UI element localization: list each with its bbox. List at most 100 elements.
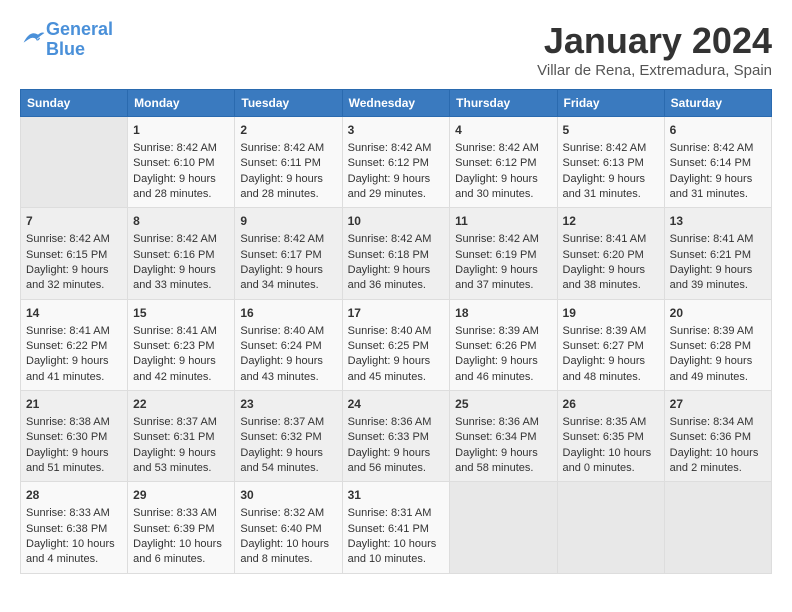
day-info: Sunrise: 8:40 AM [240,324,336,339]
day-info: Sunset: 6:25 PM [348,339,445,354]
day-info: Sunset: 6:39 PM [133,522,229,537]
calendar-cell: 16Sunrise: 8:40 AMSunset: 6:24 PMDayligh… [235,299,342,390]
weekday-header: Sunday [21,90,128,117]
calendar-cell: 10Sunrise: 8:42 AMSunset: 6:18 PMDayligh… [342,208,450,299]
day-info: Sunrise: 8:41 AM [563,232,659,247]
day-info: Sunset: 6:17 PM [240,248,336,263]
calendar-cell: 30Sunrise: 8:32 AMSunset: 6:40 PMDayligh… [235,482,342,573]
calendar-cell: 22Sunrise: 8:37 AMSunset: 6:31 PMDayligh… [128,391,235,482]
calendar-cell: 18Sunrise: 8:39 AMSunset: 6:26 PMDayligh… [450,299,557,390]
day-number: 19 [563,305,659,322]
day-number: 29 [133,487,229,504]
day-info: and 31 minutes. [563,187,659,202]
day-info: and 38 minutes. [563,278,659,293]
calendar-cell: 29 Sunrise: 8:33 AMSunset: 6:39 PMDayligh… [128,482,235,573]
day-info: Daylight: 9 hours [240,354,336,369]
day-info: Sunset: 6:15 PM [26,248,122,263]
day-info: Sunrise: 8:42 AM [348,232,445,247]
day-info: Daylight: 9 hours [348,354,445,369]
day-info: Sunrise: 8:42 AM [133,232,229,247]
logo-line2: Blue [46,39,85,59]
day-info: Daylight: 9 hours [348,263,445,278]
day-info: Sunset: 6:13 PM [563,156,659,171]
day-number: 1 [133,122,229,139]
calendar-title: January 2024 [537,20,772,62]
day-info: Daylight: 9 hours [455,172,551,187]
day-info: and 8 minutes. [240,552,336,567]
calendar-cell: 26Sunrise: 8:35 AMSunset: 6:35 PMDayligh… [557,391,664,482]
day-info: Sunrise: 8:42 AM [240,232,336,247]
day-number: 11 [455,213,551,230]
day-info: and 31 minutes. [670,187,766,202]
day-info: Sunrise: 8:42 AM [455,141,551,156]
day-info: and 28 minutes. [133,187,229,202]
day-info: and 33 minutes. [133,278,229,293]
day-number: 13 [670,213,766,230]
calendar-cell: 13Sunrise: 8:41 AMSunset: 6:21 PMDayligh… [664,208,771,299]
day-number: 15 [133,305,229,322]
calendar-cell: 1Sunrise: 8:42 AMSunset: 6:10 PMDaylight… [128,117,235,208]
calendar-cell: 12Sunrise: 8:41 AMSunset: 6:20 PMDayligh… [557,208,664,299]
day-info: Sunset: 6:10 PM [133,156,229,171]
day-info: Daylight: 9 hours [133,263,229,278]
day-info: and 46 minutes. [455,370,551,385]
day-info: Sunrise: 8:42 AM [240,141,336,156]
day-info: Sunrise: 8:31 AM [348,506,445,521]
calendar-cell: 21Sunrise: 8:38 AMSunset: 6:30 PMDayligh… [21,391,128,482]
day-number: 14 [26,305,122,322]
day-info: Sunset: 6:33 PM [348,430,445,445]
day-info: Sunset: 6:20 PM [563,248,659,263]
day-info: Sunrise: 8:42 AM [26,232,122,247]
day-info: Daylight: 9 hours [563,172,659,187]
day-info: Daylight: 10 hours [133,537,229,552]
calendar-cell: 25Sunrise: 8:36 AMSunset: 6:34 PMDayligh… [450,391,557,482]
day-info: Sunset: 6:14 PM [670,156,766,171]
day-info: Sunset: 6:19 PM [455,248,551,263]
day-number: 7 [26,213,122,230]
day-info: Sunrise: 8:38 AM [26,415,122,430]
day-info: Sunset: 6:21 PM [670,248,766,263]
day-info: Daylight: 9 hours [26,263,122,278]
weekday-header: Monday [128,90,235,117]
calendar-cell [450,482,557,573]
day-info: Daylight: 10 hours [563,446,659,461]
day-info: Daylight: 9 hours [26,354,122,369]
day-info: and 29 minutes. [348,187,445,202]
day-number: 20 [670,305,766,322]
calendar-cell [557,482,664,573]
day-info: and 32 minutes. [26,278,122,293]
day-number: 3 [348,122,445,139]
day-info: and 41 minutes. [26,370,122,385]
day-info: and 43 minutes. [240,370,336,385]
calendar-cell: 11Sunrise: 8:42 AMSunset: 6:19 PMDayligh… [450,208,557,299]
day-info: and 2 minutes. [670,461,766,476]
day-info: Sunrise: 8:32 AM [240,506,336,521]
day-info: Sunset: 6:36 PM [670,430,766,445]
calendar-cell: 19Sunrise: 8:39 AMSunset: 6:27 PMDayligh… [557,299,664,390]
day-info: Sunrise: 8:39 AM [455,324,551,339]
day-info: Sunrise: 8:33 AM [133,506,229,521]
calendar-table: SundayMondayTuesdayWednesdayThursdayFrid… [20,89,772,574]
day-info: Sunset: 6:38 PM [26,522,122,537]
day-info: Sunset: 6:18 PM [348,248,445,263]
day-info: and 54 minutes. [240,461,336,476]
day-info: Sunset: 6:23 PM [133,339,229,354]
day-info: Sunrise: 8:37 AM [133,415,229,430]
calendar-cell: 3Sunrise: 8:42 AMSunset: 6:12 PMDaylight… [342,117,450,208]
day-info: and 53 minutes. [133,461,229,476]
day-info: and 56 minutes. [348,461,445,476]
weekday-header-row: SundayMondayTuesdayWednesdayThursdayFrid… [21,90,772,117]
day-info: Sunset: 6:34 PM [455,430,551,445]
day-info: Sunset: 6:12 PM [455,156,551,171]
day-number: 8 [133,213,229,230]
day-info: Sunset: 6:12 PM [348,156,445,171]
day-info: Daylight: 9 hours [455,354,551,369]
day-number: 30 [240,487,336,504]
day-info: Daylight: 9 hours [563,354,659,369]
day-info: Sunrise: 8:37 AM [240,415,336,430]
day-info: Sunset: 6:26 PM [455,339,551,354]
calendar-week-row: 1 Sunrise: 8:42 AM Sunset: 6:10 PM Daylight… [21,117,772,208]
weekday-header: Wednesday [342,90,450,117]
calendar-cell: 27Sunrise: 8:34 AMSunset: 6:36 PMDayligh… [664,391,771,482]
day-info: and 34 minutes. [240,278,336,293]
